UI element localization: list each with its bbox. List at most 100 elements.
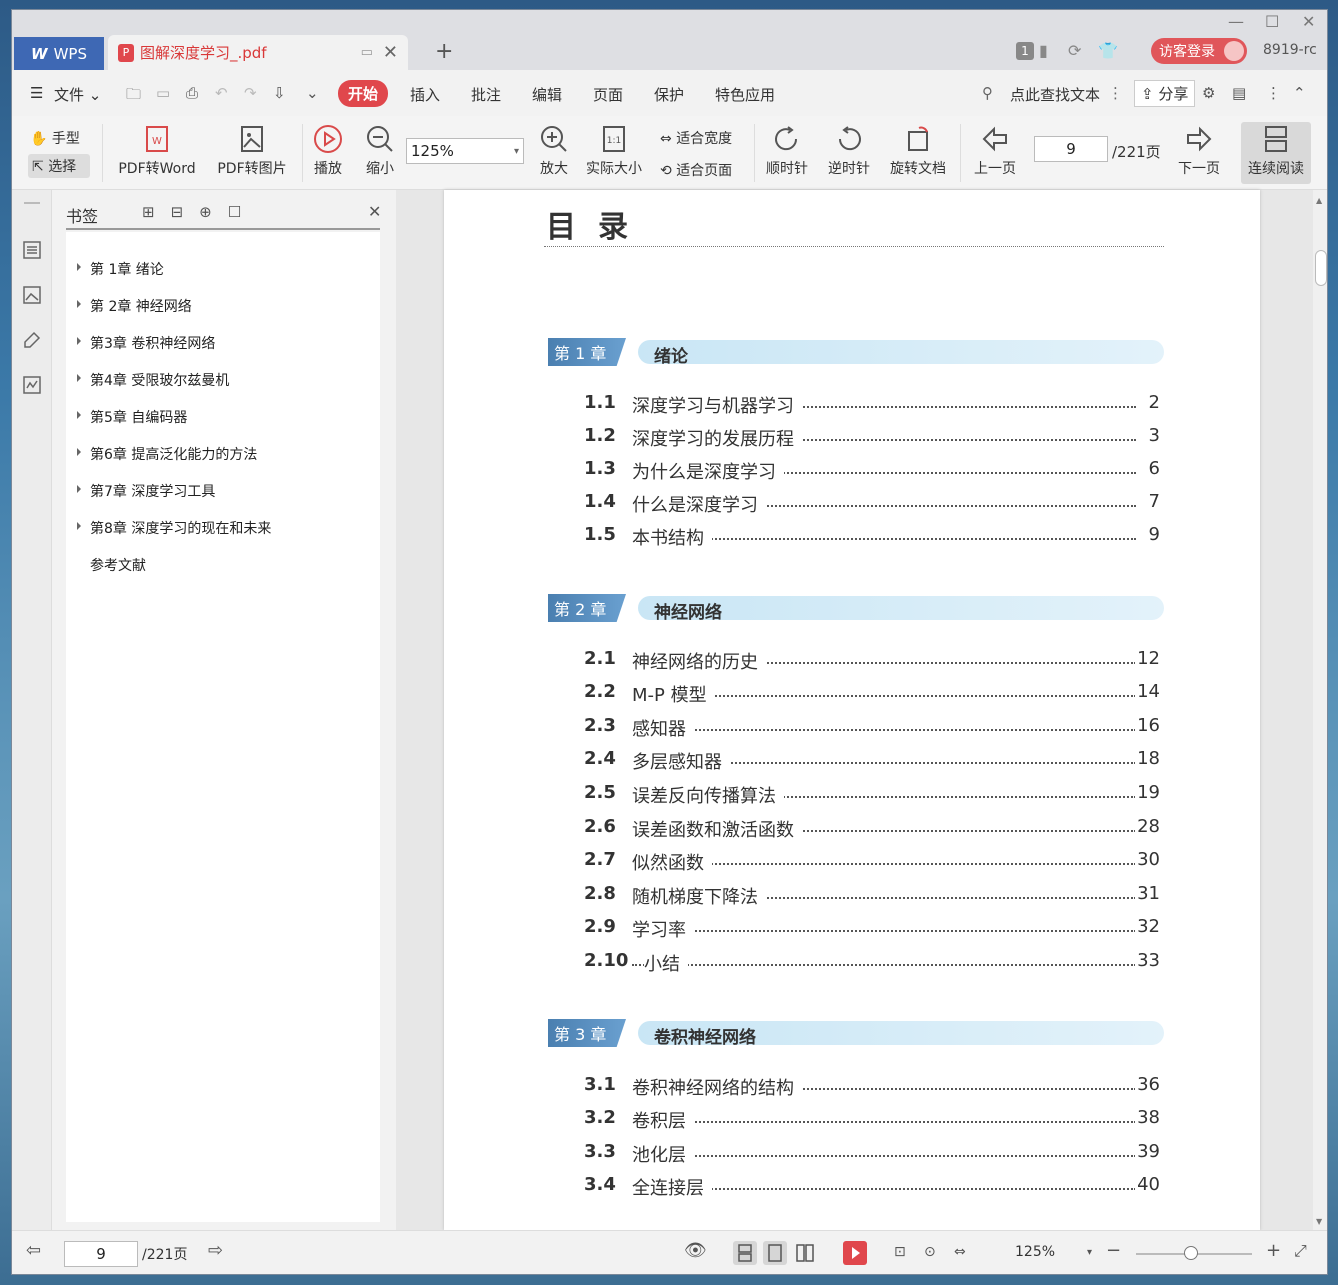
- close-tab-icon[interactable]: ✕: [383, 42, 398, 63]
- fit-width-status-icon[interactable]: ⇔: [954, 1244, 966, 1260]
- expand-caret-icon[interactable]: [77, 263, 81, 271]
- toc-entry[interactable]: 3.1 卷积神经网络的结构 36: [584, 1074, 1160, 1100]
- bookmark-item[interactable]: 第 2章 神经网络: [77, 296, 192, 316]
- collapse-ribbon-icon[interactable]: ⌃: [1293, 84, 1306, 102]
- comment-icon[interactable]: ▤: [1232, 84, 1246, 102]
- hamburger-icon[interactable]: ☰: [30, 84, 43, 102]
- bookmark-item[interactable]: 参考文献: [90, 555, 146, 575]
- zoom-dropdown-icon[interactable]: ▾: [1087, 1247, 1092, 1258]
- toc-entry[interactable]: 1.5 本书结构 9: [584, 524, 1160, 550]
- expand-caret-icon[interactable]: [77, 411, 81, 419]
- actual-size-status-icon[interactable]: ⊡: [894, 1244, 906, 1260]
- toc-entry[interactable]: 3.3 池化层 39: [584, 1141, 1160, 1167]
- document-viewport[interactable]: 目录 第 1 章 绪论 1.1 深度学习与机器学习 2 1.2 深度学习的发展历程 3 …: [396, 190, 1314, 1230]
- zoom-in-button[interactable]: 放大: [534, 124, 574, 178]
- toc-entry[interactable]: 2.8 随机梯度下降法 31: [584, 883, 1160, 909]
- more-dropdown-icon[interactable]: ⌄: [306, 84, 319, 102]
- toc-entry[interactable]: 1.3 为什么是深度学习 6: [584, 458, 1160, 484]
- menu-insert[interactable]: 插入: [410, 84, 440, 105]
- maximize-button[interactable]: ☐: [1265, 12, 1279, 31]
- search-text-button[interactable]: 点此查找文本: [1010, 84, 1100, 105]
- print-icon[interactable]: ⎙: [186, 84, 198, 102]
- add-bookmark-icon[interactable]: ⊕: [199, 203, 228, 221]
- more-icon[interactable]: ⋮: [1266, 84, 1281, 102]
- zoom-minus-icon[interactable]: −: [1106, 1240, 1121, 1261]
- bookmark-item[interactable]: 第5章 自编码器: [77, 407, 187, 427]
- toc-entry[interactable]: 1.2 深度学习的发展历程 3: [584, 425, 1160, 451]
- undo-icon[interactable]: ↶: [215, 84, 228, 102]
- toc-entry[interactable]: 2.5 误差反向传播算法 19: [584, 782, 1160, 808]
- rotate-ccw-button[interactable]: 逆时针: [824, 124, 874, 178]
- select-tool-button[interactable]: ⇱ 选择: [28, 154, 90, 178]
- continuous-view-icon[interactable]: [733, 1241, 757, 1265]
- close-panel-icon[interactable]: ✕: [368, 202, 381, 221]
- pdf-to-word-button[interactable]: W PDF转Word: [112, 124, 202, 178]
- skin-icon[interactable]: 👕: [1098, 41, 1118, 60]
- toc-entry[interactable]: 2.4 多层感知器 18: [584, 748, 1160, 774]
- bookmark-item[interactable]: 第4章 受限玻尔兹曼机: [77, 370, 229, 390]
- bookmark-options-icon[interactable]: ☐: [228, 203, 257, 221]
- search-icon[interactable]: ⚲: [982, 84, 993, 102]
- scrollbar-thumb[interactable]: [1315, 250, 1327, 286]
- close-window-button[interactable]: ✕: [1302, 12, 1315, 31]
- bookmark-item[interactable]: 第 1章 绪论: [77, 259, 164, 279]
- fit-page-button[interactable]: ⟲ 适合页面: [660, 160, 746, 180]
- pdf-to-image-button[interactable]: PDF转图片: [212, 124, 292, 178]
- hand-tool-button[interactable]: ✋ 手型: [30, 128, 90, 148]
- expand-caret-icon[interactable]: [77, 448, 81, 456]
- play-slideshow-icon[interactable]: [843, 1241, 867, 1265]
- rotate-doc-button[interactable]: 旋转文档: [886, 124, 950, 178]
- status-next-page-icon[interactable]: ⇨: [208, 1240, 223, 1261]
- status-zoom-value[interactable]: 125%: [1015, 1244, 1055, 1260]
- status-page-input[interactable]: 9: [64, 1241, 138, 1267]
- continuous-read-button[interactable]: 连续阅读: [1241, 122, 1311, 184]
- sync-icon[interactable]: ⟳: [1068, 41, 1081, 60]
- actual-size-button[interactable]: 1:1 实际大小: [582, 124, 646, 178]
- prev-page-button[interactable]: 上一页: [970, 124, 1020, 178]
- fit-page-status-icon[interactable]: ⊙: [924, 1244, 936, 1260]
- bookmark-item[interactable]: 第3章 卷积神经网络: [77, 333, 215, 353]
- expand-all-icon[interactable]: ⊞: [142, 203, 171, 221]
- share-button[interactable]: ⇪ 分享: [1134, 80, 1196, 107]
- toc-entry[interactable]: 1.4 什么是深度学习 7: [584, 491, 1160, 517]
- page-number-input[interactable]: 9: [1034, 136, 1108, 162]
- menu-special[interactable]: 特色应用: [715, 84, 775, 105]
- expand-caret-icon[interactable]: [77, 374, 81, 382]
- export-icon[interactable]: ⇩: [273, 84, 286, 102]
- settings-icon[interactable]: ⚙: [1202, 84, 1215, 102]
- zoom-out-button[interactable]: 缩小: [360, 124, 400, 178]
- toc-entry[interactable]: 2.2 M-P 模型 14: [584, 681, 1160, 707]
- collapse-all-icon[interactable]: ⊟: [171, 203, 200, 221]
- menu-protect[interactable]: 保护: [654, 84, 684, 105]
- expand-caret-icon[interactable]: [77, 300, 81, 308]
- menu-annotate[interactable]: 批注: [471, 84, 501, 105]
- menu-start[interactable]: 开始: [338, 80, 389, 107]
- tabs-icon[interactable]: ▮: [1039, 41, 1048, 60]
- zoom-slider-thumb[interactable]: [1184, 1246, 1198, 1260]
- expand-caret-icon[interactable]: [77, 485, 81, 493]
- toc-entry[interactable]: 1.1 深度学习与机器学习 2: [584, 392, 1160, 418]
- minimize-button[interactable]: —: [1228, 12, 1244, 31]
- document-tab[interactable]: P 图解深度学习_.pdf ▭ ✕: [108, 35, 408, 70]
- toc-entry[interactable]: 3.2 卷积层 38: [584, 1107, 1160, 1133]
- bookmark-item[interactable]: 第6章 提高泛化能力的方法: [77, 444, 257, 464]
- toc-entry[interactable]: 2.1 神经网络的历史 12: [584, 648, 1160, 674]
- toc-entry[interactable]: 2.10 小结 33: [584, 950, 1160, 976]
- fit-width-button[interactable]: ⇔ 适合宽度: [660, 128, 746, 148]
- toc-entry[interactable]: 2.7 似然函数 30: [584, 849, 1160, 875]
- fullscreen-icon[interactable]: ⤢: [1294, 1241, 1307, 1261]
- menu-edit[interactable]: 编辑: [532, 84, 562, 105]
- redo-icon[interactable]: ↷: [244, 84, 257, 102]
- status-prev-page-icon[interactable]: ⇦: [26, 1240, 41, 1261]
- open-icon[interactable]: 🗀: [126, 84, 141, 109]
- pin-icon[interactable]: ▭: [361, 45, 373, 60]
- outline-icon[interactable]: [22, 240, 42, 260]
- toc-entry[interactable]: 3.4 全连接层 40: [584, 1174, 1160, 1200]
- signature-icon[interactable]: [22, 375, 42, 395]
- bookmark-item[interactable]: 第7章 深度学习工具: [77, 481, 215, 501]
- single-page-icon[interactable]: [763, 1241, 787, 1265]
- login-button[interactable]: 访客登录: [1151, 38, 1247, 64]
- more-vert-icon[interactable]: ⋮: [1108, 84, 1123, 102]
- zoom-plus-icon[interactable]: +: [1266, 1240, 1281, 1261]
- two-page-icon[interactable]: [793, 1241, 817, 1265]
